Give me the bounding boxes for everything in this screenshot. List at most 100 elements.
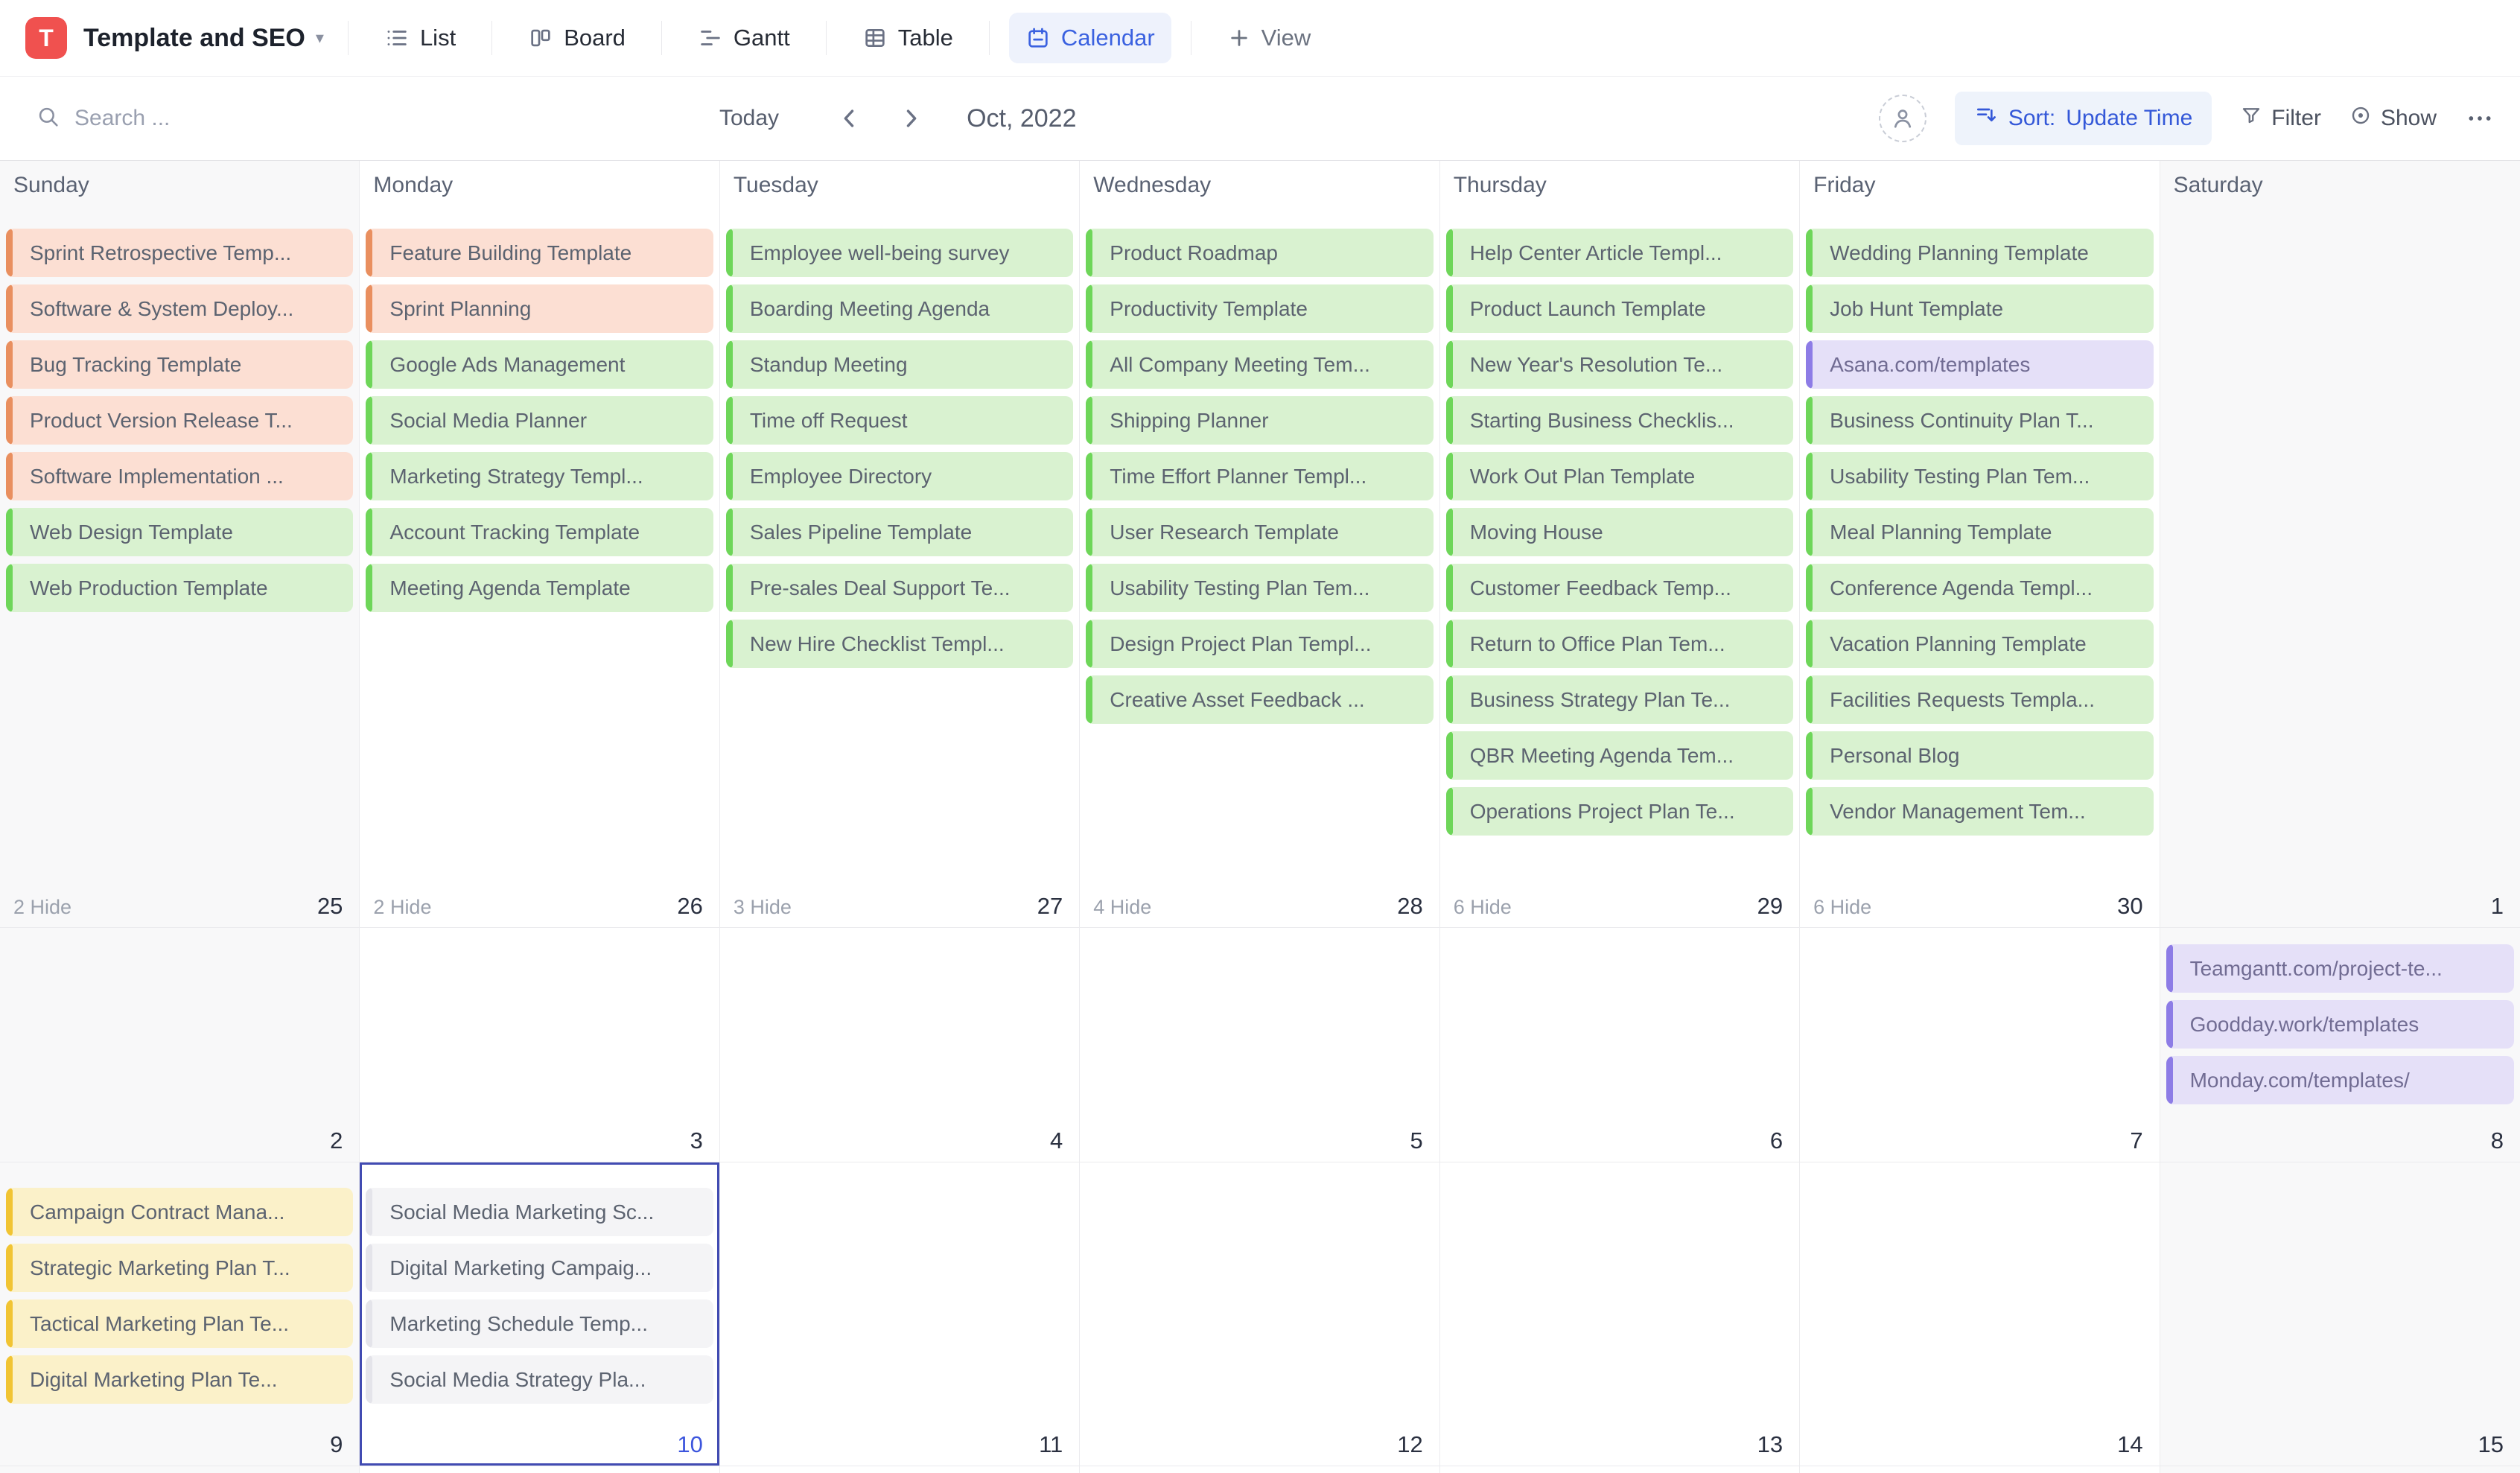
event-pill[interactable]: Employee Directory: [726, 452, 1073, 500]
event-pill[interactable]: Monday.com/templates/: [2166, 1056, 2514, 1104]
search-input[interactable]: [74, 106, 387, 131]
calendar-cell[interactable]: 14: [1800, 1162, 2160, 1466]
event-pill[interactable]: Marketing Strategy Templ...: [366, 452, 713, 500]
calendar-cell[interactable]: Feature Building TemplateSprint Planning…: [360, 226, 719, 927]
calendar-cell[interactable]: 1: [2160, 226, 2520, 927]
event-pill[interactable]: Web Design Template: [6, 508, 353, 556]
hide-toggle[interactable]: 2 Hide: [373, 896, 431, 919]
event-pill[interactable]: Software & System Deploy...: [6, 284, 353, 333]
hide-toggle[interactable]: 2 Hide: [13, 896, 71, 919]
calendar-cell[interactable]: 2: [0, 927, 360, 1162]
calendar-cell[interactable]: Campaign Contract Mana...Strategic Marke…: [0, 1162, 360, 1466]
calendar-cell[interactable]: 3: [360, 927, 719, 1162]
event-pill[interactable]: Boarding Meeting Agenda: [726, 284, 1073, 333]
event-pill[interactable]: Campaign Contract Mana...: [6, 1188, 353, 1236]
event-pill[interactable]: Vacation Planning Template: [1806, 620, 2153, 668]
event-pill[interactable]: Employee well-being survey: [726, 229, 1073, 277]
event-pill[interactable]: Moving House: [1446, 508, 1793, 556]
event-pill[interactable]: Usability Testing Plan Tem...: [1086, 564, 1433, 612]
tab-gantt[interactable]: Gantt: [681, 13, 806, 63]
event-pill[interactable]: Google Ads Management: [366, 340, 713, 389]
event-pill[interactable]: Goodday.work/templates: [2166, 1000, 2514, 1049]
event-pill[interactable]: Tactical Marketing Plan Te...: [6, 1299, 353, 1348]
event-pill[interactable]: Operations Project Plan Te...: [1446, 787, 1793, 836]
prev-month-button[interactable]: [837, 106, 862, 131]
event-pill[interactable]: Product Version Release T...: [6, 396, 353, 445]
calendar-cell[interactable]: 12: [1080, 1162, 1439, 1466]
workspace-logo[interactable]: T: [25, 17, 67, 59]
tab-table[interactable]: Table: [846, 13, 970, 63]
event-pill[interactable]: Starting Business Checklis...: [1446, 396, 1793, 445]
event-pill[interactable]: Conference Agenda Templ...: [1806, 564, 2153, 612]
event-pill[interactable]: Digital Marketing Plan Te...: [6, 1355, 353, 1404]
event-pill[interactable]: User Research Template: [1086, 508, 1433, 556]
tab-calendar[interactable]: Calendar: [1009, 13, 1171, 63]
chevron-down-icon[interactable]: ▾: [316, 28, 324, 48]
calendar-cell[interactable]: 6: [1440, 927, 1800, 1162]
hide-toggle[interactable]: 4 Hide: [1093, 896, 1151, 919]
hide-toggle[interactable]: 6 Hide: [1813, 896, 1871, 919]
event-pill[interactable]: Asana.com/templates: [1806, 340, 2153, 389]
show-button[interactable]: Show: [2349, 104, 2437, 133]
event-pill[interactable]: Return to Office Plan Tem...: [1446, 620, 1793, 668]
event-pill[interactable]: Vendor Management Tem...: [1806, 787, 2153, 836]
event-pill[interactable]: Software Implementation ...: [6, 452, 353, 500]
event-pill[interactable]: Meal Planning Template: [1806, 508, 2153, 556]
calendar-cell[interactable]: Wedding Planning TemplateJob Hunt Templa…: [1800, 226, 2160, 927]
event-pill[interactable]: Help Center Article Templ...: [1446, 229, 1793, 277]
event-pill[interactable]: Usability Testing Plan Tem...: [1806, 452, 2153, 500]
event-pill[interactable]: Marketing Schedule Temp...: [366, 1299, 713, 1348]
event-pill[interactable]: Social Media Strategy Pla...: [366, 1355, 713, 1404]
event-pill[interactable]: Design Project Plan Templ...: [1086, 620, 1433, 668]
next-month-button[interactable]: [898, 106, 923, 131]
event-pill[interactable]: All Company Meeting Tem...: [1086, 340, 1433, 389]
event-pill[interactable]: Web Production Template: [6, 564, 353, 612]
calendar-cell[interactable]: 13: [1440, 1162, 1800, 1466]
event-pill[interactable]: Pre-sales Deal Support Te...: [726, 564, 1073, 612]
page-title[interactable]: Template and SEO: [83, 24, 305, 53]
search-box[interactable]: [36, 77, 387, 160]
event-pill[interactable]: Meeting Agenda Template: [366, 564, 713, 612]
collaborator-avatar[interactable]: [1879, 95, 1926, 142]
event-pill[interactable]: Business Strategy Plan Te...: [1446, 675, 1793, 724]
event-pill[interactable]: Job Hunt Template: [1806, 284, 2153, 333]
event-pill[interactable]: Product Roadmap: [1086, 229, 1433, 277]
calendar-cell[interactable]: 7: [1800, 927, 2160, 1162]
event-pill[interactable]: Teamgantt.com/project-te...: [2166, 944, 2514, 993]
event-pill[interactable]: Time off Request: [726, 396, 1073, 445]
event-pill[interactable]: Sprint Retrospective Temp...: [6, 229, 353, 277]
event-pill[interactable]: Customer Feedback Temp...: [1446, 564, 1793, 612]
calendar-cell[interactable]: Product Roadmap Productivity Template All …: [1080, 226, 1439, 927]
today-button[interactable]: Today: [719, 106, 779, 131]
calendar-cell[interactable]: Teamgantt.com/project-te... Goodday.work/…: [2160, 927, 2520, 1162]
event-pill[interactable]: Product Launch Template: [1446, 284, 1793, 333]
sort-button[interactable]: Sort: Update Time: [1955, 92, 2212, 145]
event-pill[interactable]: Sales Pipeline Template: [726, 508, 1073, 556]
event-pill[interactable]: Standup Meeting: [726, 340, 1073, 389]
event-pill[interactable]: Bug Tracking Template: [6, 340, 353, 389]
event-pill[interactable]: Digital Marketing Campaig...: [366, 1244, 713, 1292]
event-pill[interactable]: Account Tracking Template: [366, 508, 713, 556]
event-pill[interactable]: Personal Blog: [1806, 731, 2153, 780]
event-pill[interactable]: Productivity Template: [1086, 284, 1433, 333]
event-pill[interactable]: Business Continuity Plan T...: [1806, 396, 2153, 445]
calendar-cell[interactable]: 5: [1080, 927, 1439, 1162]
calendar-cell[interactable]: 4: [720, 927, 1080, 1162]
filter-button[interactable]: Filter: [2240, 104, 2321, 133]
event-pill[interactable]: Social Media Planner: [366, 396, 713, 445]
more-options-button[interactable]: [2465, 104, 2495, 133]
calendar-cell[interactable]: Employee well-being survey Boarding Meeti…: [720, 226, 1080, 927]
event-pill[interactable]: Work Out Plan Template: [1446, 452, 1793, 500]
calendar-cell[interactable]: Help Center Article Templ... Product Laun…: [1440, 226, 1800, 927]
tab-list[interactable]: List: [368, 13, 472, 63]
event-pill[interactable]: Sprint Planning: [366, 284, 713, 333]
hide-toggle[interactable]: 3 Hide: [734, 896, 792, 919]
event-pill[interactable]: QBR Meeting Agenda Tem...: [1446, 731, 1793, 780]
event-pill[interactable]: Facilities Requests Templa...: [1806, 675, 2153, 724]
tab-board[interactable]: Board: [512, 13, 642, 63]
hide-toggle[interactable]: 6 Hide: [1454, 896, 1512, 919]
calendar-cell[interactable]: 11: [720, 1162, 1080, 1466]
event-pill[interactable]: Social Media Marketing Sc...: [366, 1188, 713, 1236]
calendar-cell[interactable]: Sprint Retrospective Temp... Software & S…: [0, 226, 360, 927]
event-pill[interactable]: Time Effort Planner Templ...: [1086, 452, 1433, 500]
